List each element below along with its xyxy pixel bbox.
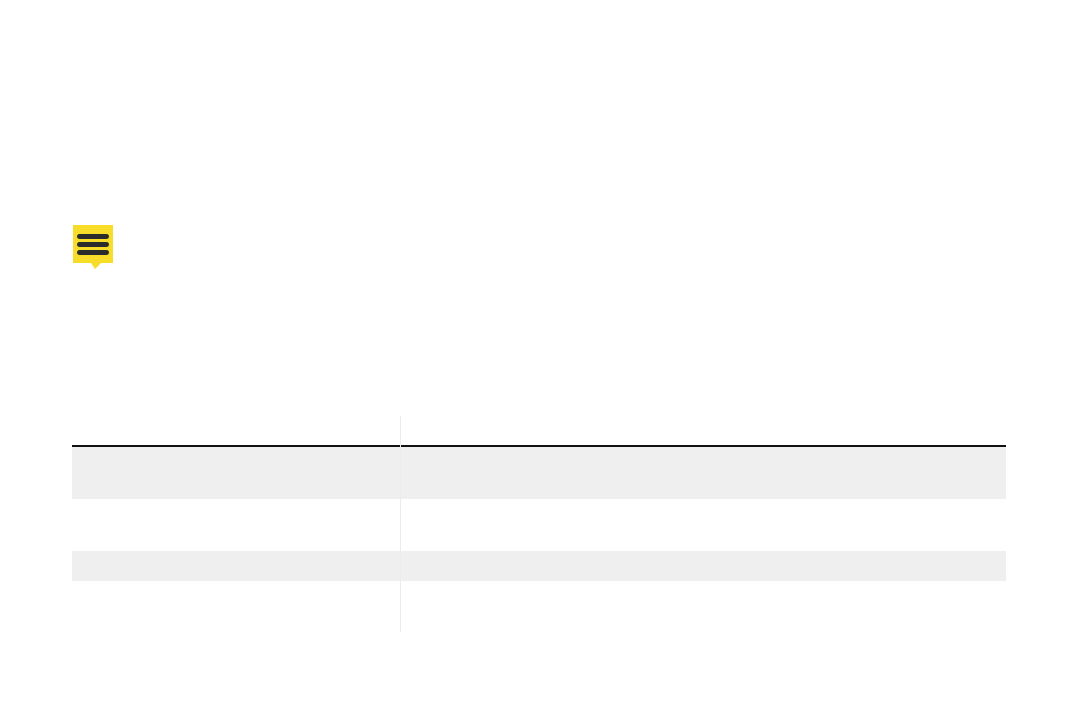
table-row [72, 581, 1006, 632]
table-cell [72, 499, 400, 551]
table-cell [72, 447, 400, 499]
note-icon [71, 223, 115, 271]
data-table [72, 416, 1006, 632]
table-cell [400, 499, 1006, 551]
table-cell [400, 581, 1006, 632]
table-row [72, 447, 1006, 499]
column-divider [400, 416, 401, 632]
table-cell [400, 551, 1006, 581]
table-row [72, 499, 1006, 551]
table-header-row [72, 416, 1006, 445]
table-cell [400, 447, 1006, 499]
table-row [72, 551, 1006, 581]
table-cell [72, 551, 400, 581]
table-cell [72, 581, 400, 632]
